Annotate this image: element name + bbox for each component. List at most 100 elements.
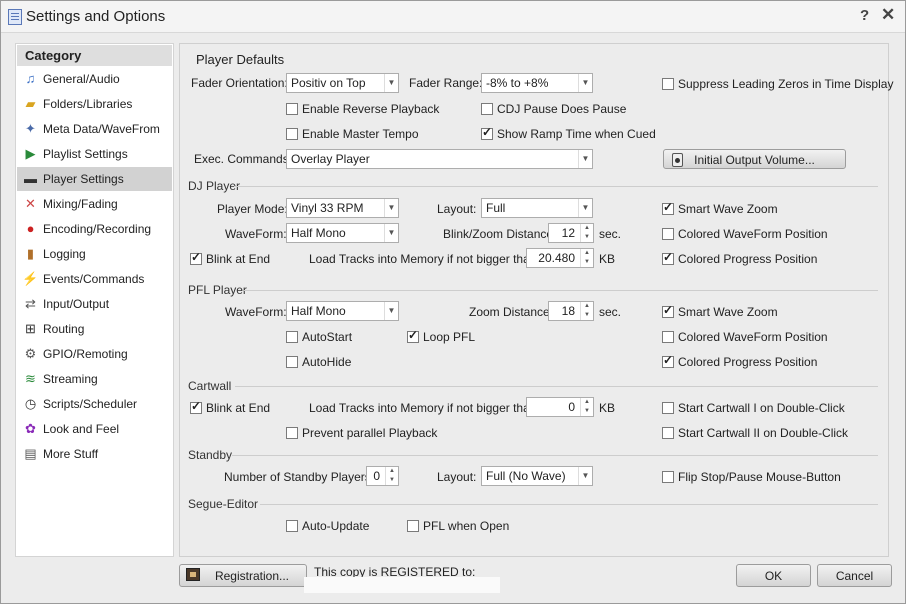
- dj-smart-wave-zoom-checkbox[interactable]: Smart Wave Zoom: [662, 200, 778, 216]
- sidebar-item-gpio-remoting[interactable]: ⚙ GPIO/Remoting: [17, 342, 172, 366]
- standby-players-value: 0: [373, 469, 380, 483]
- redacted-owner-name: [304, 577, 500, 593]
- standby-layout-dropdown[interactable]: Full (No Wave) ▼: [481, 466, 593, 486]
- clock-icon: ◷: [24, 396, 37, 411]
- reverse-playback-checkbox[interactable]: Enable Reverse Playback: [286, 102, 439, 116]
- registration-button[interactable]: Registration...: [179, 564, 307, 587]
- gpio-icon: ⚙: [24, 346, 37, 361]
- blink-zoom-value: 12: [561, 226, 575, 240]
- cartwall-load-memory-spinner[interactable]: 0 ▲ ▼: [526, 397, 594, 417]
- section-divider: [260, 504, 878, 505]
- dj-load-memory-value: 20.480: [538, 251, 575, 265]
- spinner-arrows-icon[interactable]: ▲ ▼: [580, 249, 593, 267]
- pfl-zoom-distance-unit: sec.: [599, 305, 622, 319]
- dj-colored-waveform-checkbox[interactable]: Colored WaveForm Position: [662, 227, 828, 241]
- start-cartwall-1-checkbox[interactable]: Start Cartwall I on Double-Click: [662, 401, 845, 415]
- sidebar-item-label: Streaming: [43, 372, 98, 386]
- exec-commands-value: Overlay Player: [291, 152, 370, 166]
- pfl-smart-wave-zoom-checkbox[interactable]: Smart Wave Zoom: [662, 303, 778, 319]
- sidebar-item-input-output[interactable]: ⇄ Input/Output: [17, 292, 172, 316]
- exec-commands-dropdown[interactable]: Overlay Player ▼: [286, 149, 593, 169]
- sidebar-item-label: Routing: [43, 322, 85, 336]
- sidebar-item-encoding-recording[interactable]: ● Encoding/Recording: [17, 217, 172, 241]
- flip-stop-pause-checkbox[interactable]: Flip Stop/Pause Mouse-Button: [662, 470, 841, 484]
- spinner-arrows-icon[interactable]: ▲ ▼: [580, 224, 593, 242]
- sidebar-item-mixing-fading[interactable]: ✕ Mixing/Fading: [17, 192, 172, 216]
- ok-button[interactable]: OK: [736, 564, 811, 587]
- sidebar-item-look-and-feel[interactable]: ✿ Look and Feel: [17, 417, 172, 441]
- pfl-waveform-label: WaveForm:: [225, 305, 287, 319]
- sidebar-item-more-stuff[interactable]: ▤ More Stuff: [17, 442, 172, 466]
- cdj-pause-checkbox[interactable]: CDJ Pause Does Pause: [481, 102, 626, 116]
- sidebar-item-events-commands[interactable]: ⚡ Events/Commands: [17, 267, 172, 291]
- prevent-parallel-checkbox[interactable]: Prevent parallel Playback: [286, 426, 437, 440]
- sidebar-item-label: Player Settings: [43, 172, 124, 186]
- exec-commands-label: Exec. Commands:: [194, 152, 293, 166]
- segue-auto-update-checkbox[interactable]: Auto-Update: [286, 519, 369, 533]
- blink-zoom-spinner[interactable]: 12 ▲ ▼: [548, 223, 594, 243]
- dj-waveform-dropdown[interactable]: Half Mono ▼: [286, 223, 399, 243]
- crossfade-icon: ✕: [25, 196, 36, 211]
- fader-orientation-dropdown[interactable]: Positiv on Top ▼: [286, 73, 399, 93]
- spinner-arrows-icon[interactable]: ▲ ▼: [385, 467, 398, 485]
- suppress-zeros-checkbox[interactable]: Suppress Leading Zeros in Time Display: [662, 77, 893, 91]
- player-icon: ▬: [24, 171, 37, 186]
- pfl-autohide-checkbox[interactable]: AutoHide: [286, 355, 351, 369]
- sidebar-item-meta-data-wavefrom[interactable]: ✦ Meta Data/WaveFrom: [17, 117, 172, 141]
- initial-output-volume-button[interactable]: Initial Output Volume...: [663, 149, 846, 169]
- start-cartwall-2-checkbox[interactable]: Start Cartwall II on Double-Click: [662, 426, 848, 440]
- settings-app-icon: [8, 9, 22, 25]
- player-mode-dropdown[interactable]: Vinyl 33 RPM ▼: [286, 198, 399, 218]
- sidebar-item-label: Logging: [43, 247, 86, 261]
- pfl-loop-checkbox[interactable]: Loop PFL: [407, 328, 475, 344]
- cancel-button[interactable]: Cancel: [817, 564, 892, 587]
- registration-film-icon: [186, 568, 200, 581]
- sidebar-item-general-audio[interactable]: ♫ General/Audio: [17, 67, 172, 91]
- sidebar-item-routing[interactable]: ⊞ Routing: [17, 317, 172, 341]
- dj-colored-progress-checkbox[interactable]: Colored Progress Position: [662, 250, 817, 266]
- player-defaults-title: Player Defaults: [196, 52, 285, 67]
- sidebar-item-label: General/Audio: [43, 72, 120, 86]
- chevron-down-icon: ▼: [578, 199, 592, 217]
- palette-icon: ✿: [25, 421, 36, 436]
- pfl-waveform-value: Half Mono: [291, 304, 346, 318]
- dj-player-section-title: DJ Player: [188, 179, 241, 193]
- dj-blink-at-end-checkbox[interactable]: Blink at End: [190, 250, 270, 266]
- pfl-colored-waveform-checkbox[interactable]: Colored WaveForm Position: [662, 330, 828, 344]
- dj-load-memory-label: Load Tracks into Memory if not bigger th…: [309, 252, 540, 266]
- pfl-waveform-dropdown[interactable]: Half Mono ▼: [286, 301, 399, 321]
- spinner-arrows-icon[interactable]: ▲ ▼: [580, 398, 593, 416]
- spinner-arrows-icon[interactable]: ▲ ▼: [580, 302, 593, 320]
- cartwall-blink-at-end-checkbox[interactable]: Blink at End: [190, 399, 270, 415]
- fader-range-dropdown[interactable]: -8% to +8% ▼: [481, 73, 593, 93]
- dj-waveform-label: WaveForm:: [225, 227, 287, 241]
- section-divider: [234, 186, 878, 187]
- sidebar-item-player-settings[interactable]: ▬ Player Settings: [17, 167, 172, 191]
- pfl-player-section-title: PFL Player: [188, 283, 247, 297]
- settings-window: Settings and Options ? ✕ Category ♫ Gener…: [0, 0, 906, 604]
- sidebar-item-scripts-scheduler[interactable]: ◷ Scripts/Scheduler: [17, 392, 172, 416]
- segue-pfl-when-open-checkbox[interactable]: PFL when Open: [407, 519, 509, 533]
- routing-icon: ⊞: [25, 321, 36, 336]
- master-tempo-checkbox[interactable]: Enable Master Tempo: [286, 127, 419, 141]
- pfl-zoom-distance-value: 18: [561, 304, 575, 318]
- pfl-colored-progress-checkbox[interactable]: Colored Progress Position: [662, 353, 817, 369]
- dj-load-memory-spinner[interactable]: 20.480 ▲ ▼: [526, 248, 594, 268]
- close-button[interactable]: ✕: [881, 5, 895, 25]
- standby-layout-label: Layout:: [437, 470, 477, 484]
- pfl-zoom-distance-spinner[interactable]: 18 ▲ ▼: [548, 301, 594, 321]
- dj-layout-dropdown[interactable]: Full ▼: [481, 198, 593, 218]
- standby-players-spinner[interactable]: 0 ▲ ▼: [366, 466, 399, 486]
- pfl-autostart-checkbox[interactable]: AutoStart: [286, 330, 352, 344]
- folder-icon: ▰: [25, 96, 36, 111]
- help-button[interactable]: ?: [860, 7, 869, 24]
- sidebar-item-logging[interactable]: ▮ Logging: [17, 242, 172, 266]
- sidebar-item-streaming[interactable]: ≋ Streaming: [17, 367, 172, 391]
- dj-waveform-value: Half Mono: [291, 226, 346, 240]
- sidebar-item-folders-libraries[interactable]: ▰ Folders/Libraries: [17, 92, 172, 116]
- sidebar-item-label: Folders/Libraries: [43, 97, 133, 111]
- section-divider: [232, 455, 878, 456]
- sidebar-item-playlist-settings[interactable]: ▶ Playlist Settings: [17, 142, 172, 166]
- ramp-time-checkbox[interactable]: Show Ramp Time when Cued: [481, 125, 656, 141]
- category-header: Category: [17, 45, 172, 66]
